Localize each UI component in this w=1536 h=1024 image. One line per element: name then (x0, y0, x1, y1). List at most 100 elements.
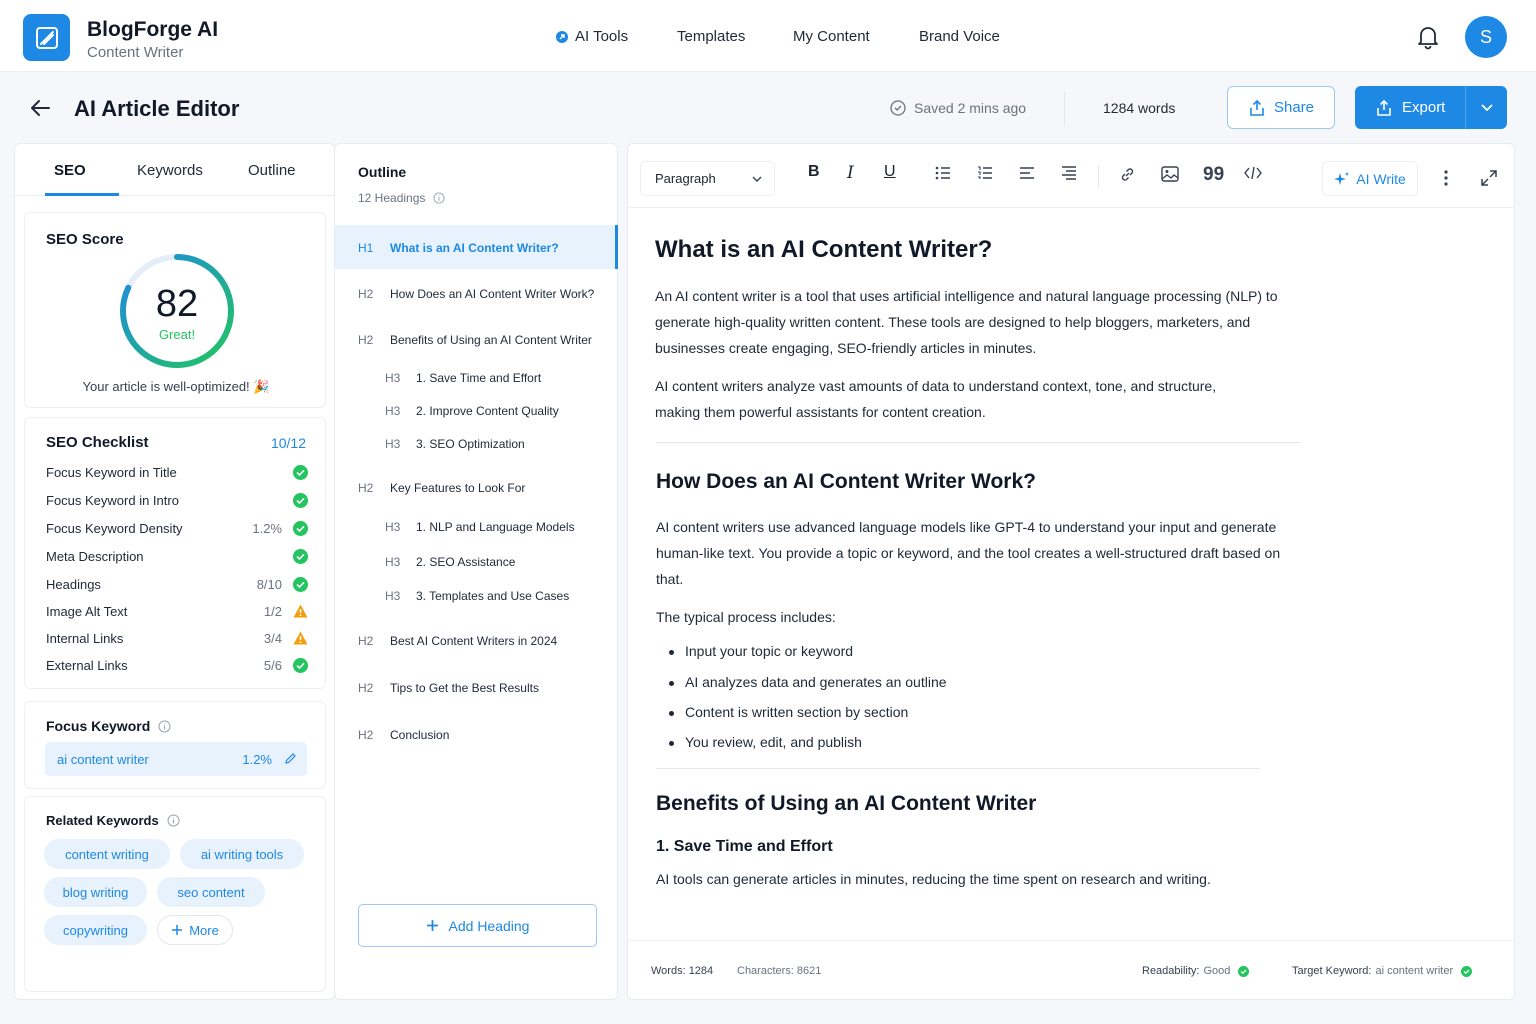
warning-triangle-icon (293, 604, 308, 618)
keyword-chip[interactable]: content writing (44, 839, 170, 869)
numbered-list-icon[interactable] (977, 166, 993, 180)
logo-icon[interactable] (23, 14, 70, 61)
align-justify-icon[interactable] (1061, 166, 1077, 180)
paragraph-text: AI content writers use advanced language… (656, 519, 1281, 587)
checklist-item-label: Focus Keyword in Title (46, 465, 177, 480)
italic-icon[interactable]: I (847, 163, 854, 183)
export-main[interactable]: Export (1355, 99, 1465, 117)
back-arrow-icon[interactable] (30, 99, 50, 117)
bulleted-list-icon[interactable] (935, 166, 951, 180)
doc-h2[interactable]: How Does an AI Content Writer Work? (656, 470, 1036, 494)
underline-icon[interactable]: U (884, 163, 896, 181)
divider (656, 442, 1301, 443)
export-dropdown-chevron-down-icon[interactable] (1466, 103, 1507, 112)
doc-paragraph[interactable]: AI content writers use advanced language… (656, 514, 1286, 592)
list-item[interactable]: Input your topic or keyword (668, 643, 853, 659)
add-heading-button[interactable]: Add Heading (358, 904, 597, 947)
tab-keywords[interactable]: Keywords (137, 162, 203, 179)
nav-ai-tools[interactable]: AI Tools (555, 28, 628, 45)
editor-panel: Paragraph B I U 99 AI Write What is an A… (627, 143, 1515, 1000)
focus-keyword-field[interactable]: ai content writer 1.2% (45, 742, 307, 776)
keyword-chip[interactable]: copywriting (44, 915, 147, 945)
seo-tabs: SEO Keywords Outline (15, 144, 335, 196)
focus-keyword-title-row: Focus Keyword (46, 718, 171, 734)
paragraph-style-select[interactable]: Paragraph (640, 161, 775, 196)
paragraph-text: AI tools can generate articles in minute… (656, 871, 1211, 887)
outline-item-text: What is an AI Content Writer? (390, 241, 559, 255)
list-item[interactable]: AI analyzes data and generates an outlin… (669, 674, 947, 690)
keyword-chip[interactable]: ai writing tools (180, 839, 304, 869)
doc-h2[interactable]: Benefits of Using an AI Content Writer (656, 792, 1036, 816)
nav-label: Templates (677, 28, 746, 45)
info-icon[interactable] (433, 192, 445, 204)
image-icon[interactable] (1161, 166, 1179, 182)
more-options-icon[interactable] (1444, 170, 1448, 186)
avatar[interactable]: S (1465, 16, 1507, 58)
outline-count-row: 12 Headings (358, 191, 445, 205)
tab-outline[interactable]: Outline (248, 162, 296, 179)
doc-paragraph[interactable]: An AI content writer is a tool that uses… (655, 283, 1305, 361)
tab-seo[interactable]: SEO (54, 162, 86, 179)
more-keywords-button[interactable]: More (157, 915, 233, 945)
focus-keyword-card: Focus Keyword ai content writer 1.2% (24, 701, 326, 789)
quote-icon[interactable]: 99 (1203, 164, 1224, 186)
nav-templates[interactable]: Templates (677, 28, 745, 45)
divider (1098, 166, 1099, 188)
outline-item-text: Conclusion (390, 728, 450, 742)
target-value: ai content writer (1375, 965, 1454, 977)
doc-paragraph[interactable]: The typical process includes: (656, 604, 836, 630)
bold-icon[interactable]: B (808, 163, 820, 181)
pencil-edit-icon[interactable] (284, 752, 297, 765)
info-icon[interactable] (158, 720, 171, 733)
checklist-item-label: Focus Keyword Density (46, 521, 183, 536)
expand-fullscreen-icon[interactable] (1481, 170, 1497, 186)
warning-triangle-icon (293, 631, 308, 645)
editor-toolbar: Paragraph B I U 99 AI Write (628, 144, 1514, 208)
outline-item-level: H2 (358, 333, 374, 347)
related-keywords-title: Related Keywords (46, 813, 159, 828)
info-icon[interactable] (167, 814, 180, 827)
brand-subtitle: Content Writer (87, 44, 184, 61)
outline-item-text: Best AI Content Writers in 2024 (390, 634, 558, 648)
share-button[interactable]: Share (1227, 86, 1335, 129)
divider (656, 768, 1260, 769)
check-circle-icon (293, 577, 308, 592)
keyword-chip[interactable]: seo content (157, 877, 265, 907)
ai-write-button[interactable]: AI Write (1322, 161, 1418, 196)
page-title: AI Article Editor (74, 96, 240, 121)
outline-item-level: H3 (385, 520, 401, 534)
doc-h1[interactable]: What is an AI Content Writer? (655, 236, 992, 264)
list-item[interactable]: Content is written section by section (668, 704, 908, 720)
export-button[interactable]: Export (1355, 86, 1507, 129)
link-icon[interactable] (1119, 166, 1136, 183)
checklist-item: Focus Keyword in Intro (46, 491, 308, 511)
editor-status-bar: Words: 1284 Characters: 8621 Readability… (628, 940, 1514, 1000)
share-label: Share (1273, 99, 1315, 116)
nav-brand-voice[interactable]: Brand Voice (919, 28, 1000, 45)
outline-title: Outline (358, 164, 407, 180)
focus-keyword-density: 1.2% (242, 752, 272, 767)
align-left-icon[interactable] (1019, 166, 1035, 180)
notifications-bell-icon[interactable] (1416, 24, 1440, 50)
outline-item-text: How Does an AI Content Writer Work? (390, 287, 595, 301)
outline-item-text: Key Features to Look For (390, 481, 526, 495)
doc-h3[interactable]: 1. Save Time and Effort (656, 838, 833, 856)
paragraph-style-value: Paragraph (655, 171, 716, 186)
outline-count: 12 Headings (358, 191, 426, 205)
check-circle-icon (1461, 965, 1473, 977)
checklist-item-label: Headings (46, 577, 101, 592)
nav-label: My Content (793, 28, 870, 45)
doc-paragraph[interactable]: AI content writers analyze vast amounts … (655, 373, 1265, 425)
check-circle-icon (293, 465, 308, 480)
readability-label: Readability: (1142, 965, 1200, 977)
ai-tools-icon (555, 30, 569, 44)
list-item[interactable]: You review, edit, and publish (669, 734, 862, 750)
outline-item-level: H2 (358, 728, 374, 742)
nav-my-content[interactable]: My Content (793, 28, 870, 45)
doc-paragraph[interactable]: AI tools can generate articles in minute… (656, 866, 1211, 892)
chevron-down-icon (752, 176, 762, 182)
code-icon[interactable] (1244, 166, 1262, 180)
checklist-item: Internal Links 3/4 (46, 629, 308, 649)
keyword-chip[interactable]: blog writing (44, 877, 147, 907)
nav-label: Brand Voice (919, 28, 1000, 45)
